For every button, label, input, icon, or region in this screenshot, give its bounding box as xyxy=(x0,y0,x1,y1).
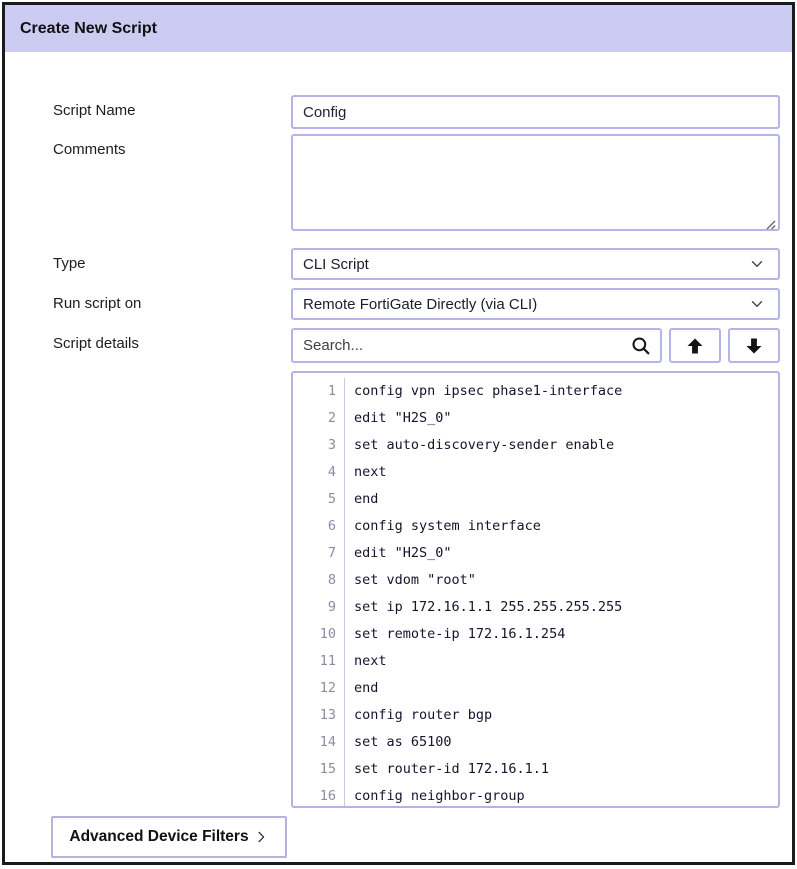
code-text: end xyxy=(345,486,378,513)
code-text: edit "H2S_0" xyxy=(345,405,452,432)
code-line[interactable]: 9set ip 172.16.1.1 255.255.255.255 xyxy=(293,594,778,621)
line-number: 12 xyxy=(293,675,345,702)
script-name-label: Script Name xyxy=(5,95,291,119)
code-line[interactable]: 2edit "H2S_0" xyxy=(293,405,778,432)
line-number: 14 xyxy=(293,729,345,756)
run-script-on-select[interactable]: Remote FortiGate Directly (via CLI) xyxy=(291,288,780,320)
dialog-title: Create New Script xyxy=(20,20,157,38)
script-details-row: Script details xyxy=(5,328,780,363)
line-number: 6 xyxy=(293,513,345,540)
arrow-down-icon xyxy=(744,336,764,356)
run-script-on-select-value: Remote FortiGate Directly (via CLI) xyxy=(303,296,537,313)
code-line[interactable]: 5end xyxy=(293,486,778,513)
code-text: edit "H2S_0" xyxy=(345,540,452,567)
dialog-content: Script Name Comments Type CLI Script xyxy=(5,52,792,858)
comments-textarea[interactable] xyxy=(291,134,780,231)
code-line[interactable]: 11next xyxy=(293,648,778,675)
create-new-script-dialog: Create New Script Script Name Comments T… xyxy=(2,2,795,865)
line-number: 1 xyxy=(293,378,345,405)
line-number: 13 xyxy=(293,702,345,729)
code-text: config vpn ipsec phase1-interface xyxy=(345,378,622,405)
type-select[interactable]: CLI Script xyxy=(291,248,780,280)
line-number: 16 xyxy=(293,783,345,808)
cli-script-editor[interactable]: 1config vpn ipsec phase1-interface2edit … xyxy=(291,371,780,808)
comments-label: Comments xyxy=(5,134,291,158)
line-number: 4 xyxy=(293,459,345,486)
script-name-input[interactable] xyxy=(291,95,780,129)
code-line[interactable]: 6config system interface xyxy=(293,513,778,540)
code-text: set auto-discovery-sender enable xyxy=(345,432,614,459)
search-icon[interactable] xyxy=(630,335,652,357)
line-number: 10 xyxy=(293,621,345,648)
code-text: config router bgp xyxy=(345,702,492,729)
code-editor-spacer xyxy=(5,371,291,378)
chevron-down-icon xyxy=(748,255,766,273)
code-line[interactable]: 3set auto-discovery-sender enable xyxy=(293,432,778,459)
code-line[interactable]: 12end xyxy=(293,675,778,702)
code-line[interactable]: 8set vdom "root" xyxy=(293,567,778,594)
run-script-on-label: Run script on xyxy=(5,288,291,312)
code-line[interactable]: 15set router-id 172.16.1.1 xyxy=(293,756,778,783)
line-number: 9 xyxy=(293,594,345,621)
code-line[interactable]: 4next xyxy=(293,459,778,486)
code-text: end xyxy=(345,675,378,702)
code-text: next xyxy=(345,459,387,486)
script-name-row: Script Name xyxy=(5,95,780,129)
search-previous-button[interactable] xyxy=(669,328,721,363)
advanced-device-filters-button[interactable]: Advanced Device Filters xyxy=(51,816,287,858)
code-text: set router-id 172.16.1.1 xyxy=(345,756,549,783)
comments-row: Comments xyxy=(5,134,780,236)
code-line[interactable]: 16config neighbor-group xyxy=(293,783,778,808)
line-number: 5 xyxy=(293,486,345,513)
code-line[interactable]: 1config vpn ipsec phase1-interface xyxy=(293,378,778,405)
script-details-label: Script details xyxy=(5,328,291,352)
line-number: 8 xyxy=(293,567,345,594)
code-line[interactable]: 14set as 65100 xyxy=(293,729,778,756)
search-next-button[interactable] xyxy=(728,328,780,363)
script-search-input[interactable] xyxy=(301,337,630,354)
chevron-down-icon xyxy=(748,295,766,313)
code-lines: 1config vpn ipsec phase1-interface2edit … xyxy=(293,378,778,808)
type-select-value: CLI Script xyxy=(303,256,369,273)
code-text: set ip 172.16.1.1 255.255.255.255 xyxy=(345,594,622,621)
code-text: set vdom "root" xyxy=(345,567,476,594)
code-editor-row: 1config vpn ipsec phase1-interface2edit … xyxy=(5,371,780,808)
type-row: Type CLI Script xyxy=(5,248,780,280)
line-number: 7 xyxy=(293,540,345,567)
line-number: 11 xyxy=(293,648,345,675)
line-number: 3 xyxy=(293,432,345,459)
run-script-on-row: Run script on Remote FortiGate Directly … xyxy=(5,288,780,320)
chevron-right-icon xyxy=(253,829,269,845)
advanced-device-filters-label: Advanced Device Filters xyxy=(69,828,248,846)
type-label: Type xyxy=(5,248,291,272)
code-text: config neighbor-group xyxy=(345,783,525,808)
code-line[interactable]: 7edit "H2S_0" xyxy=(293,540,778,567)
code-line[interactable]: 10set remote-ip 172.16.1.254 xyxy=(293,621,778,648)
line-number: 15 xyxy=(293,756,345,783)
code-text: next xyxy=(345,648,387,675)
code-text: set remote-ip 172.16.1.254 xyxy=(345,621,565,648)
code-line[interactable]: 13config router bgp xyxy=(293,702,778,729)
code-text: config system interface xyxy=(345,513,541,540)
script-search-box xyxy=(291,328,662,363)
dialog-titlebar: Create New Script xyxy=(5,5,792,52)
arrow-up-icon xyxy=(685,336,705,356)
line-number: 2 xyxy=(293,405,345,432)
code-text: set as 65100 xyxy=(345,729,452,756)
